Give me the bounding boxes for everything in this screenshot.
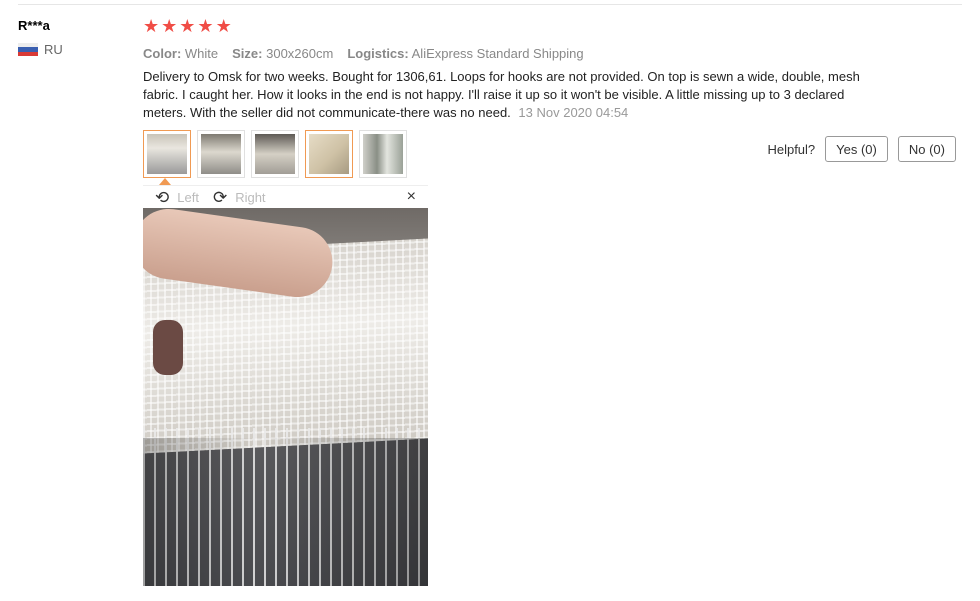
reviewer-name: R***a bbox=[18, 18, 50, 33]
viewer-toolbar: ⟲ Left ⟳ Right × bbox=[143, 185, 428, 208]
helpful-no-button[interactable]: No (0) bbox=[897, 136, 956, 162]
close-icon[interactable]: × bbox=[407, 188, 416, 206]
star-icon: ★ bbox=[179, 16, 196, 36]
rotate-left-icon[interactable]: ⟲ bbox=[155, 189, 169, 206]
top-divider bbox=[18, 4, 962, 5]
review-body: ★ ★ ★ ★ ★ Color: White Size: 300x260cm L… bbox=[143, 16, 863, 122]
enlarged-photo bbox=[143, 208, 428, 586]
thumbnail-3[interactable] bbox=[251, 130, 299, 178]
active-thumbnail-pointer bbox=[159, 178, 171, 185]
photo-thumbnails bbox=[143, 130, 407, 178]
star-rating: ★ ★ ★ ★ ★ bbox=[143, 16, 863, 36]
attr-size: Size: 300x260cm bbox=[232, 46, 334, 61]
rotate-left-label[interactable]: Left bbox=[177, 190, 199, 205]
order-attributes: Color: White Size: 300x260cm Logistics: … bbox=[143, 46, 863, 61]
attr-logistics: Logistics: AliExpress Standard Shipping bbox=[347, 46, 584, 61]
rotate-right-icon[interactable]: ⟳ bbox=[213, 189, 227, 206]
russia-flag-icon bbox=[18, 43, 38, 56]
review-text: Delivery to Omsk for two weeks. Bought f… bbox=[143, 69, 860, 120]
review-text-block: Delivery to Omsk for two weeks. Bought f… bbox=[143, 68, 863, 122]
reviewer-info: R***a RU bbox=[18, 18, 63, 57]
thumbnail-1[interactable] bbox=[143, 130, 191, 178]
helpful-yes-button[interactable]: Yes (0) bbox=[825, 136, 888, 162]
attr-color: Color: White bbox=[143, 46, 219, 61]
helpful-vote: Helpful? Yes (0) No (0) bbox=[767, 136, 956, 162]
reviewer-country: RU bbox=[18, 42, 63, 57]
rotate-right-label[interactable]: Right bbox=[235, 190, 265, 205]
review-date: 13 Nov 2020 04:54 bbox=[518, 105, 629, 120]
star-icon: ★ bbox=[143, 16, 160, 36]
thumbnail-2[interactable] bbox=[197, 130, 245, 178]
thumbnail-4[interactable] bbox=[305, 130, 353, 178]
star-icon: ★ bbox=[161, 16, 178, 36]
country-code: RU bbox=[44, 42, 63, 57]
thumbnail-5[interactable] bbox=[359, 130, 407, 178]
star-icon: ★ bbox=[215, 16, 232, 36]
helpful-label: Helpful? bbox=[767, 141, 816, 157]
star-icon: ★ bbox=[197, 16, 214, 36]
photo-viewer: ⟲ Left ⟳ Right × bbox=[143, 185, 428, 586]
